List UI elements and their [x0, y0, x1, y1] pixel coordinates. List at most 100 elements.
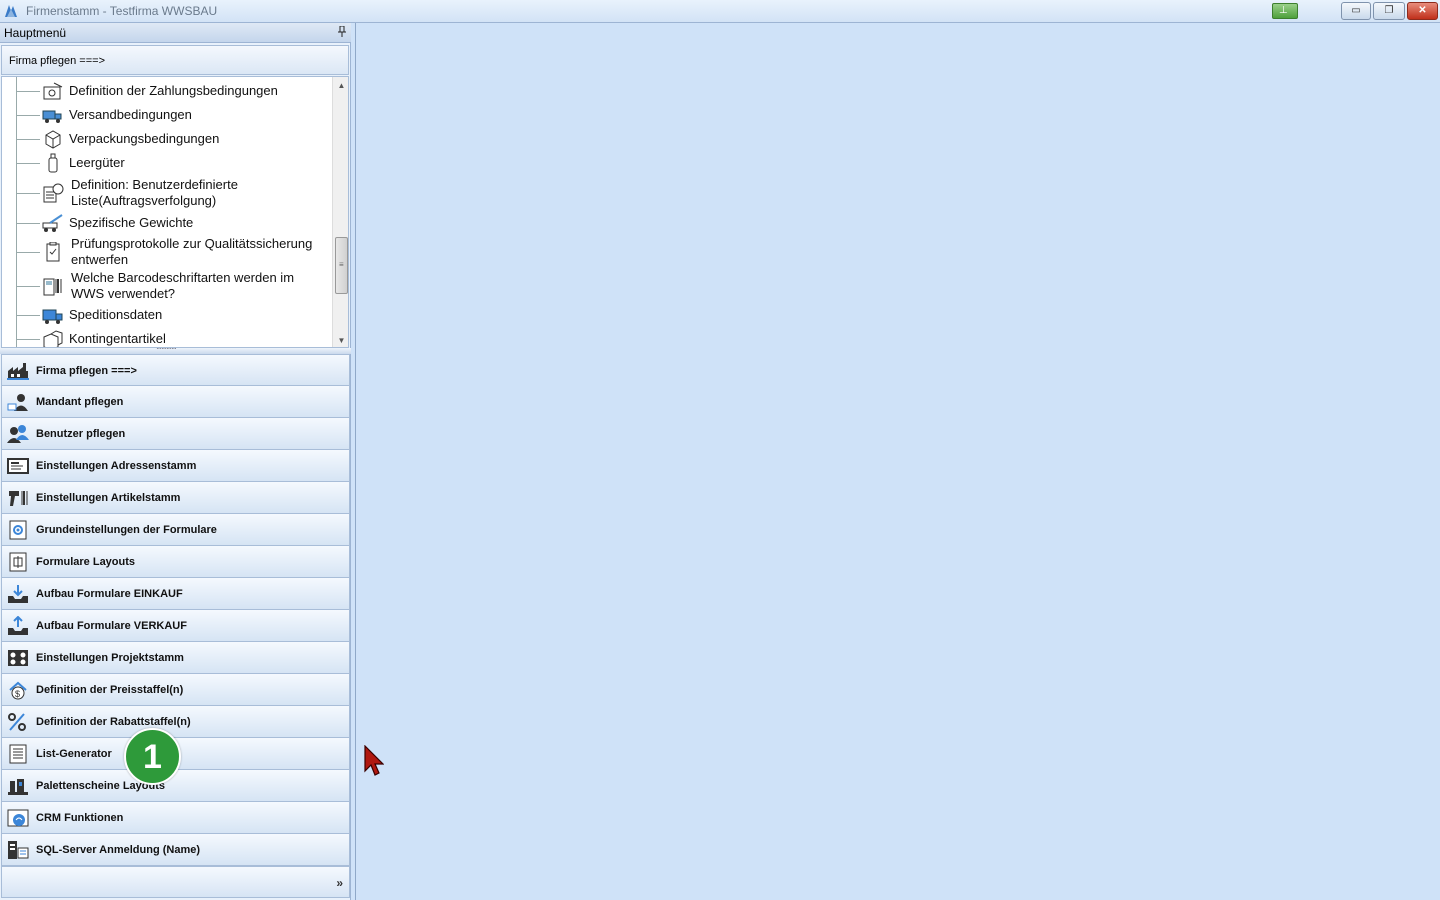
nav-label: Benutzer pflegen — [36, 428, 126, 440]
window-title: Firmenstamm - Testfirma WWSBAU — [26, 4, 218, 18]
tree-item[interactable]: Verpackungsbedingungen — [2, 127, 332, 151]
section-header-label: Firma pflegen ===> — [9, 55, 106, 67]
nav-einstellungen-projektstamm[interactable]: Einstellungen Projektstamm — [1, 642, 350, 674]
delivery-truck-icon — [42, 309, 63, 324]
tree-item-label: Versandbedingungen — [69, 107, 192, 122]
step-badge-number: 1 — [143, 738, 162, 776]
nav-einstellungen-adressenstamm[interactable]: Einstellungen Adressenstamm — [1, 450, 350, 482]
tree-branch — [16, 315, 40, 316]
scroll-down-icon[interactable]: ▼ — [333, 332, 348, 347]
nav-button-list: Firma pflegen ===> Mandant pflegen Benut… — [0, 354, 351, 866]
tree-item[interactable]: Prüfungsprotokolle zur Qualitätssicherun… — [2, 235, 332, 269]
main-content-area — [355, 23, 1440, 900]
tree-branch — [16, 286, 40, 287]
overflow-chevron-icon[interactable]: » — [336, 876, 343, 890]
list-document-icon — [9, 744, 27, 764]
tree-item-label: Verpackungsbedingungen — [69, 131, 220, 146]
crane-truck-icon — [42, 214, 63, 232]
nav-label: Mandant pflegen — [36, 396, 124, 408]
crm-icon — [7, 809, 29, 827]
custom-list-clock-icon — [43, 183, 64, 203]
title-bar: Firmenstamm - Testfirma WWSBAU ⊥ ▭ ❐ ✕ — [0, 0, 1440, 23]
shipping-truck-icon — [42, 110, 62, 123]
nav-grundeinstellungen-formulare[interactable]: Grundeinstellungen der Formulare — [1, 514, 350, 546]
minimize-button[interactable]: ▭ — [1341, 2, 1371, 20]
close-button[interactable]: ✕ — [1407, 2, 1438, 20]
splitter-grip-icon: ············ — [156, 344, 177, 353]
tree-item[interactable]: Definition: Benutzerdefinierte Liste(Auf… — [2, 175, 332, 211]
tree-branch — [16, 115, 40, 116]
bottle-icon — [48, 153, 58, 173]
nav-aufbau-einkauf[interactable]: Aufbau Formulare EINKAUF — [1, 578, 350, 610]
tree-scrollbar[interactable]: ▲ ≡ ▼ — [332, 77, 348, 347]
project-icon — [8, 650, 28, 666]
nav-aufbau-verkauf[interactable]: Aufbau Formulare VERKAUF — [1, 610, 350, 642]
tree-item-label: Kontingentartikel — [69, 331, 166, 346]
main-menu-header: Hauptmenü — [0, 23, 351, 43]
restore-button[interactable]: ❐ — [1373, 2, 1405, 20]
price-scale-icon: $ — [9, 681, 27, 700]
payment-terms-icon — [43, 82, 63, 100]
svg-text:$: $ — [15, 689, 20, 699]
outbox-upload-icon — [8, 616, 28, 635]
nav-footer: » — [1, 866, 350, 898]
nav-benutzer-pflegen[interactable]: Benutzer pflegen — [1, 418, 350, 450]
section-header[interactable]: Firma pflegen ===> — [1, 45, 349, 75]
tree-branch — [16, 139, 40, 140]
tree-item-label: Definition der Zahlungsbedingungen — [69, 83, 278, 98]
scroll-thumb[interactable]: ≡ — [335, 237, 348, 294]
nav-label: Einstellungen Projektstamm — [36, 652, 184, 664]
tree-item-label: Speditionsdaten — [69, 307, 163, 322]
nav-einstellungen-artikelstamm[interactable]: Einstellungen Artikelstamm — [1, 482, 350, 514]
nav-crm-funktionen[interactable]: CRM Funktionen — [1, 802, 350, 834]
tree-item-label: Leergüter — [69, 155, 125, 170]
nav-firma-pflegen[interactable]: Firma pflegen ===> — [1, 354, 350, 386]
tree-item-label-line1: Prüfungsprotokolle zur Qualitätssicherun… — [71, 236, 313, 251]
tree-branch — [16, 252, 40, 253]
discount-percent-icon — [8, 713, 26, 731]
tree-item[interactable]: Definition der Zahlungsbedingungen — [2, 79, 332, 103]
tree-item[interactable]: Welche Barcodeschriftarten werden im WWS… — [2, 269, 332, 303]
app-icon — [5, 5, 17, 17]
inbox-download-icon — [8, 585, 28, 603]
nav-label: Aufbau Formulare VERKAUF — [36, 620, 187, 632]
tree-item[interactable]: Leergüter — [2, 151, 332, 175]
nav-label: Definition der Rabattstaffel(n) — [36, 716, 191, 728]
nav-sql-server-anmeldung[interactable]: SQL-Server Anmeldung (Name) — [1, 834, 350, 866]
pallet-icon — [8, 779, 28, 795]
sql-server-icon — [8, 841, 29, 859]
nav-label: CRM Funktionen — [36, 812, 124, 824]
tree-item[interactable]: Speditionsdaten — [2, 303, 332, 327]
nav-label: Formulare Layouts — [36, 556, 136, 568]
form-layout-icon — [9, 552, 27, 572]
tree-item-label-line2: entwerfen — [71, 252, 129, 267]
nav-rabattstaffel[interactable]: Definition der Rabattstaffel(n) — [1, 706, 350, 738]
tray-button[interactable]: ⊥ — [1272, 3, 1298, 19]
factory-icon — [7, 363, 29, 380]
tree-item-label: Spezifische Gewichte — [69, 215, 194, 230]
nav-formulare-layouts[interactable]: Formulare Layouts — [1, 546, 350, 578]
pin-icon[interactable] — [338, 25, 346, 40]
nav-label: Definition der Preisstaffel(n) — [36, 684, 184, 696]
tree-branch — [16, 193, 40, 194]
nav-label: SQL-Server Anmeldung (Name) — [36, 844, 201, 856]
barcode-gun-icon — [9, 491, 28, 506]
nav-preisstaffel[interactable]: $ Definition der Preisstaffel(n) — [1, 674, 350, 706]
tree-item[interactable]: Spezifische Gewichte — [2, 211, 332, 235]
checklist-clipboard-icon — [46, 242, 60, 262]
nav-label: Grundeinstellungen der Formulare — [36, 524, 217, 536]
boxes-icon — [43, 330, 63, 347]
scroll-up-icon[interactable]: ▲ — [333, 77, 348, 94]
nav-label: Firma pflegen ===> — [36, 365, 137, 377]
tree-item-label-line1: Definition: Benutzerdefinierte — [71, 177, 238, 192]
nav-mandant-pflegen[interactable]: Mandant pflegen — [1, 386, 350, 418]
main-menu-title: Hauptmenü — [4, 26, 67, 40]
tree-view: Definition der Zahlungsbedingungen Versa… — [1, 76, 349, 348]
tree-branch — [16, 91, 40, 92]
grip-icon: ≡ — [339, 260, 344, 269]
client-user-icon — [7, 394, 28, 411]
nav-label: Aufbau Formulare EINKAUF — [36, 588, 183, 600]
tree-item[interactable]: Versandbedingungen — [2, 103, 332, 127]
tree-branch — [16, 339, 40, 340]
tree-branch — [16, 223, 40, 224]
